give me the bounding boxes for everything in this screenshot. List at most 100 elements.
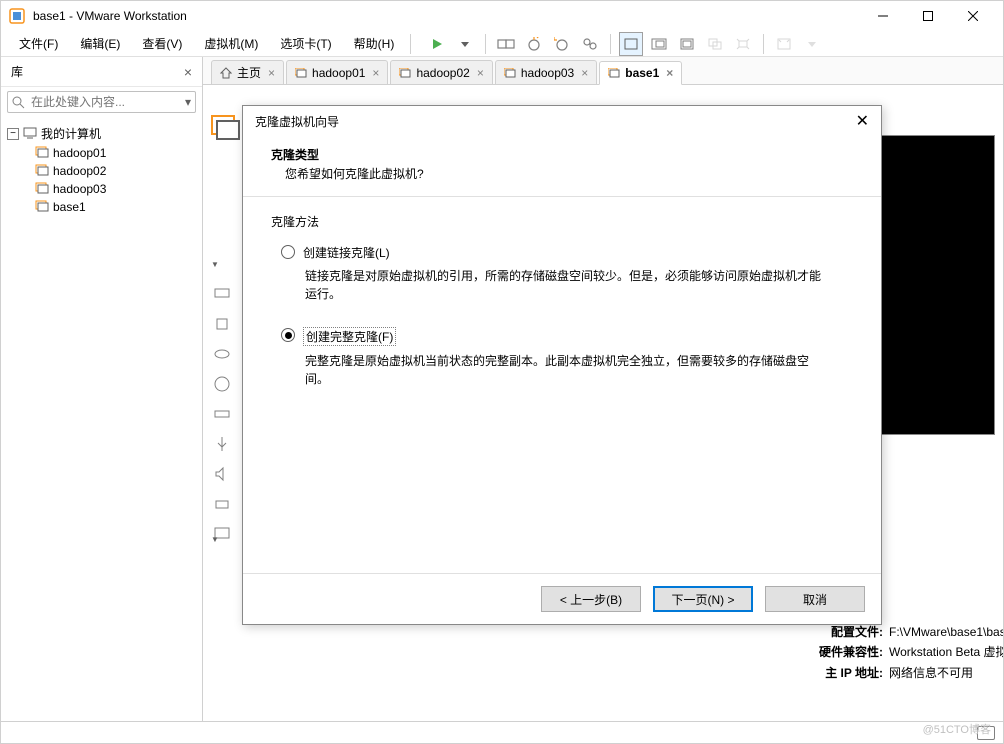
view-single-icon[interactable] (619, 32, 643, 56)
view-fullscreen-icon[interactable] (675, 32, 699, 56)
radio-linked-clone[interactable]: 创建链接克隆(L) (281, 244, 853, 261)
radio-icon-checked (281, 328, 295, 342)
tree-item-label: base1 (53, 200, 86, 214)
dialog-header: 克隆类型 您希望如何克隆此虚拟机? (243, 136, 881, 197)
view-console-icon[interactable] (647, 32, 671, 56)
compat-value: Workstation Beta 虚拟机 (889, 642, 1003, 662)
maximize-button[interactable] (905, 1, 950, 31)
unity-icon[interactable] (703, 32, 727, 56)
tab-close-icon[interactable]: × (268, 66, 275, 80)
menu-file[interactable]: 文件(F) (9, 31, 68, 56)
tab-label: hadoop03 (521, 66, 574, 80)
send-ctrl-alt-del-icon[interactable] (494, 32, 518, 56)
play-icon[interactable] (425, 32, 449, 56)
tab-close-icon[interactable]: × (372, 66, 379, 80)
separator (485, 34, 486, 54)
sidebar-header: 库 × (1, 57, 202, 87)
computer-icon (23, 127, 37, 141)
dialog-close-icon[interactable]: ✕ (856, 111, 869, 131)
cancel-button[interactable]: 取消 (765, 586, 865, 612)
sidebar: 库 × ▾ − 我的计算机 hadoop01 (1, 57, 203, 721)
app-icon (9, 8, 25, 24)
radio-desc: 链接克隆是对原始虚拟机的引用，所需的存储磁盘空间较少。但是，必须能够访问原始虚拟… (305, 267, 825, 303)
sidebar-title: 库 (11, 63, 23, 80)
menu-tabs[interactable]: 选项卡(T) (270, 31, 341, 56)
library-tree: − 我的计算机 hadoop01 hadoop02 hadoop03 (1, 117, 202, 721)
cpu-icon (213, 315, 231, 333)
vm-icon (35, 200, 49, 214)
tab-label: 主页 (237, 64, 261, 81)
search-input[interactable] (29, 94, 185, 110)
compat-label: 硬件兼容性: (803, 642, 883, 662)
separator (763, 34, 764, 54)
tab-item-active[interactable]: base1 × (599, 61, 682, 85)
tab-home[interactable]: 主页 × (211, 60, 284, 84)
play-dropdown-icon[interactable] (453, 32, 477, 56)
dialog-titlebar: 克隆虚拟机向导 ✕ (243, 106, 881, 136)
exit-fullscreen-icon[interactable] (772, 32, 796, 56)
tab-label: base1 (625, 66, 659, 80)
hardware-icons (213, 285, 231, 543)
tree-item[interactable]: hadoop02 (7, 162, 196, 180)
radio-full-clone[interactable]: 创建完整克隆(F) (281, 327, 853, 346)
back-button[interactable]: < 上一步(B) (541, 586, 641, 612)
tab-close-icon[interactable]: × (477, 66, 484, 80)
vm-icon (295, 68, 307, 78)
dialog-body: 克隆方法 创建链接克隆(L) 链接克隆是对原始虚拟机的引用，所需的存储磁盘空间较… (243, 197, 881, 573)
dialog-footer: < 上一步(B) 下一页(N) > 取消 (243, 573, 881, 624)
tree-item-label: hadoop02 (53, 164, 106, 178)
menu-view[interactable]: 查看(V) (132, 31, 192, 56)
radio-label: 创建链接克隆(L) (303, 244, 390, 261)
snapshot-icon[interactable] (522, 32, 546, 56)
vm-large-icon (211, 115, 241, 143)
tab-close-icon[interactable]: × (581, 66, 588, 80)
window-controls (860, 1, 995, 31)
memory-icon (213, 285, 231, 303)
search-dropdown-icon[interactable]: ▾ (185, 95, 191, 109)
tree-root[interactable]: − 我的计算机 (7, 123, 196, 144)
home-icon (220, 67, 232, 79)
sidebar-close-icon[interactable]: × (184, 64, 192, 80)
menu-edit[interactable]: 编辑(E) (70, 31, 130, 56)
tree-item[interactable]: hadoop01 (7, 144, 196, 162)
menu-vm[interactable]: 虚拟机(M) (194, 31, 268, 56)
vm-icon (35, 146, 49, 160)
dialog-title: 克隆虚拟机向导 (255, 113, 339, 130)
tree-item[interactable]: base1 (7, 198, 196, 216)
manage-snapshots-icon[interactable] (578, 32, 602, 56)
ip-value: 网络信息不可用 (889, 663, 973, 683)
tree-collapse-icon[interactable]: − (7, 128, 19, 140)
search-box[interactable]: ▾ (7, 91, 196, 113)
close-button[interactable] (950, 1, 995, 31)
vm-icon (35, 182, 49, 196)
separator (410, 34, 411, 54)
tab-label: hadoop02 (416, 66, 469, 80)
group-label: 克隆方法 (271, 213, 853, 230)
tab-bar: 主页 × hadoop01 × hadoop02 × hadoop03 × (203, 57, 1003, 85)
tree-item[interactable]: hadoop03 (7, 180, 196, 198)
revert-snapshot-icon[interactable] (550, 32, 574, 56)
menu-help[interactable]: 帮助(H) (344, 31, 405, 56)
section-toggle[interactable] (211, 535, 219, 544)
tab-item[interactable]: hadoop01 × (286, 60, 388, 84)
toolbar (425, 32, 824, 56)
tree-item-label: hadoop01 (53, 146, 106, 160)
vm-icon (399, 68, 411, 78)
tab-close-icon[interactable]: × (666, 66, 673, 80)
stretch-icon[interactable] (731, 32, 755, 56)
radio-icon (281, 245, 295, 259)
app-window: base1 - VMware Workstation 文件(F) 编辑(E) 查… (0, 0, 1004, 744)
menubar: 文件(F) 编辑(E) 查看(V) 虚拟机(M) 选项卡(T) 帮助(H) (1, 31, 1003, 57)
vm-icon (504, 68, 516, 78)
vm-details: 配置文件:F:\VMware\base1\base1.vmx 硬件兼容性:Wor… (803, 622, 1003, 683)
exit-dropdown-icon[interactable] (800, 32, 824, 56)
vm-icon (35, 164, 49, 178)
tab-item[interactable]: hadoop02 × (390, 60, 492, 84)
next-button[interactable]: 下一页(N) > (653, 586, 753, 612)
config-value: F:\VMware\base1\base1.vmx (889, 622, 1003, 642)
tab-item[interactable]: hadoop03 × (495, 60, 597, 84)
titlebar: base1 - VMware Workstation (1, 1, 1003, 31)
section-toggle[interactable] (211, 260, 219, 269)
minimize-button[interactable] (860, 1, 905, 31)
usb-icon (213, 435, 231, 453)
